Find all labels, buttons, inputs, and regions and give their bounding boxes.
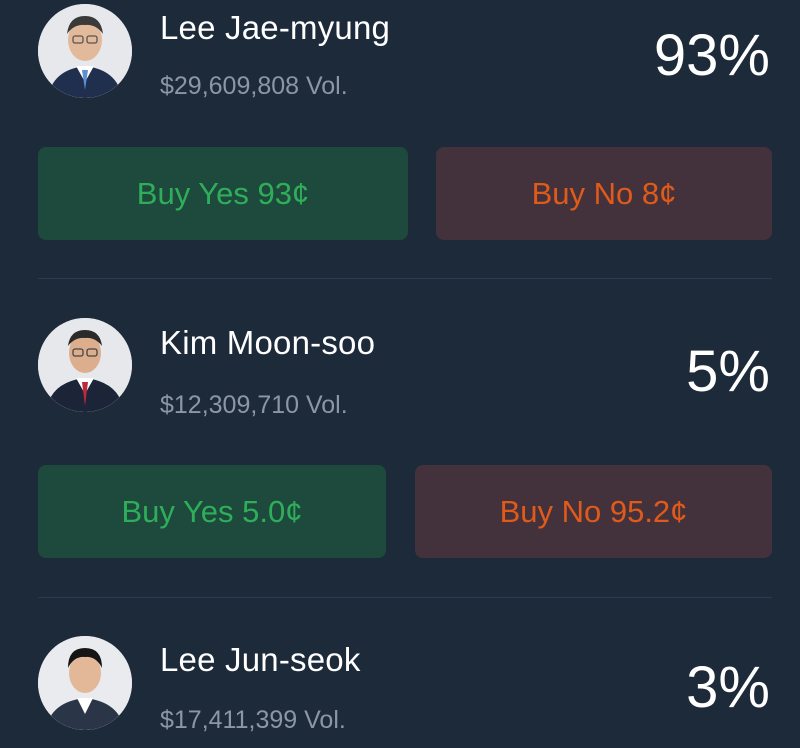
market-list: Lee Jae-myung $29,609,808 Vol. 93% Buy Y… (0, 0, 800, 748)
divider (38, 278, 772, 279)
buy-yes-button[interactable]: Buy Yes 93¢ (38, 147, 408, 240)
avatar (38, 318, 132, 412)
candidate-name: Lee Jun-seok (160, 641, 361, 678)
divider (38, 597, 772, 598)
person-photo-icon (38, 4, 132, 98)
avatar (38, 636, 132, 730)
person-photo-icon (38, 318, 132, 412)
buy-no-button[interactable]: Buy No 8¢ (436, 147, 772, 240)
candidate-percent: 5% (686, 339, 770, 404)
person-photo-icon (38, 636, 132, 730)
candidate-percent: 93% (653, 23, 770, 88)
buy-yes-button[interactable]: Buy Yes 5.0¢ (38, 465, 386, 558)
candidate-name: Kim Moon-soo (160, 324, 376, 361)
candidate-volume: $17,411,399 Vol. (160, 706, 346, 734)
candidate-percent: 3% (686, 655, 770, 720)
buy-no-button[interactable]: Buy No 95.2¢ (415, 465, 772, 558)
candidate-volume: $12,309,710 Vol. (160, 391, 348, 419)
candidate-name: Lee Jae-myung (160, 9, 391, 46)
candidate-volume: $29,609,808 Vol. (160, 72, 348, 100)
avatar (38, 4, 132, 98)
